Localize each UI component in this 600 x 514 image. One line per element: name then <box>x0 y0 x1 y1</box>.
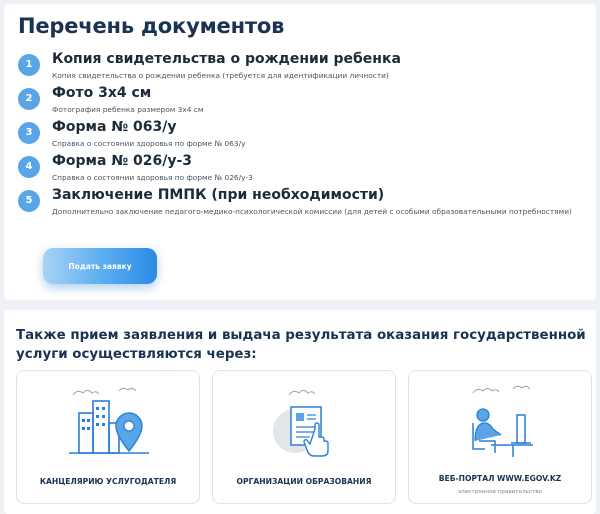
document-description: Фотография ребенка размером 3х4 см <box>52 105 204 114</box>
documents-title: Перечень документов <box>18 14 285 38</box>
document-number-badge: 2 <box>18 88 40 110</box>
document-number-badge: 4 <box>18 156 40 178</box>
document-number-badge: 1 <box>18 54 40 76</box>
document-description: Копия свидетельства о рождении ребенка (… <box>52 71 389 80</box>
document-number-badge: 3 <box>18 122 40 144</box>
channel-label: ВЕБ-ПОРТАЛ WWW.EGOV.KZ <box>438 474 562 483</box>
channel-card-egov[interactable]: ВЕБ-ПОРТАЛ WWW.EGOV.KZ электронное прави… <box>408 370 592 504</box>
document-description: Дополнительно заключение педагого-медико… <box>52 207 572 216</box>
channel-label: ОРГАНИЗАЦИИ ОБРАЗОВАНИЯ <box>236 477 372 486</box>
document-item: 5 Заключение ПМПК (при необходимости) До… <box>4 186 596 220</box>
document-hand-icon <box>273 390 329 457</box>
channel-card-office[interactable]: КАНЦЕЛЯРИЮ УСЛУГОДАТЕЛЯ <box>16 370 200 504</box>
document-number-badge: 5 <box>18 190 40 212</box>
document-item: 1 Копия свидетельства о рождении ребенка… <box>4 50 596 84</box>
channel-card-education[interactable]: ОРГАНИЗАЦИИ ОБРАЗОВАНИЯ <box>212 370 396 504</box>
channel-sublabel: электронное правительство <box>458 489 542 495</box>
channels-title: Также прием заявления и выдача результат… <box>16 328 586 362</box>
channels-card: Также прием заявления и выдача результат… <box>4 310 596 514</box>
document-description: Справка о состоянии здоровья по форме № … <box>52 139 246 148</box>
document-description: Справка о состоянии здоровья по форме № … <box>52 173 253 182</box>
person-at-computer-icon <box>472 385 533 457</box>
document-title: Фото 3х4 см <box>52 85 152 101</box>
document-item: 3 Форма № 063/у Справка о состоянии здор… <box>4 118 596 152</box>
channel-label: КАНЦЕЛЯРИЮ УСЛУГОДАТЕЛЯ <box>39 477 177 486</box>
submit-application-button[interactable]: Подать заявку <box>43 248 157 284</box>
document-item: 4 Форма № 026/у-3 Справка о состоянии зд… <box>4 152 596 186</box>
document-title: Форма № 063/у <box>52 119 177 135</box>
document-title: Заключение ПМПК (при необходимости) <box>52 187 385 203</box>
document-title: Копия свидетельства о рождении ребенка <box>52 51 401 67</box>
documents-card: Перечень документов 1 Копия свидетельств… <box>4 4 596 300</box>
document-title: Форма № 026/у-3 <box>52 153 193 169</box>
office-building-location-icon <box>69 387 149 454</box>
document-item: 2 Фото 3х4 см Фотография ребенка размеро… <box>4 84 596 118</box>
